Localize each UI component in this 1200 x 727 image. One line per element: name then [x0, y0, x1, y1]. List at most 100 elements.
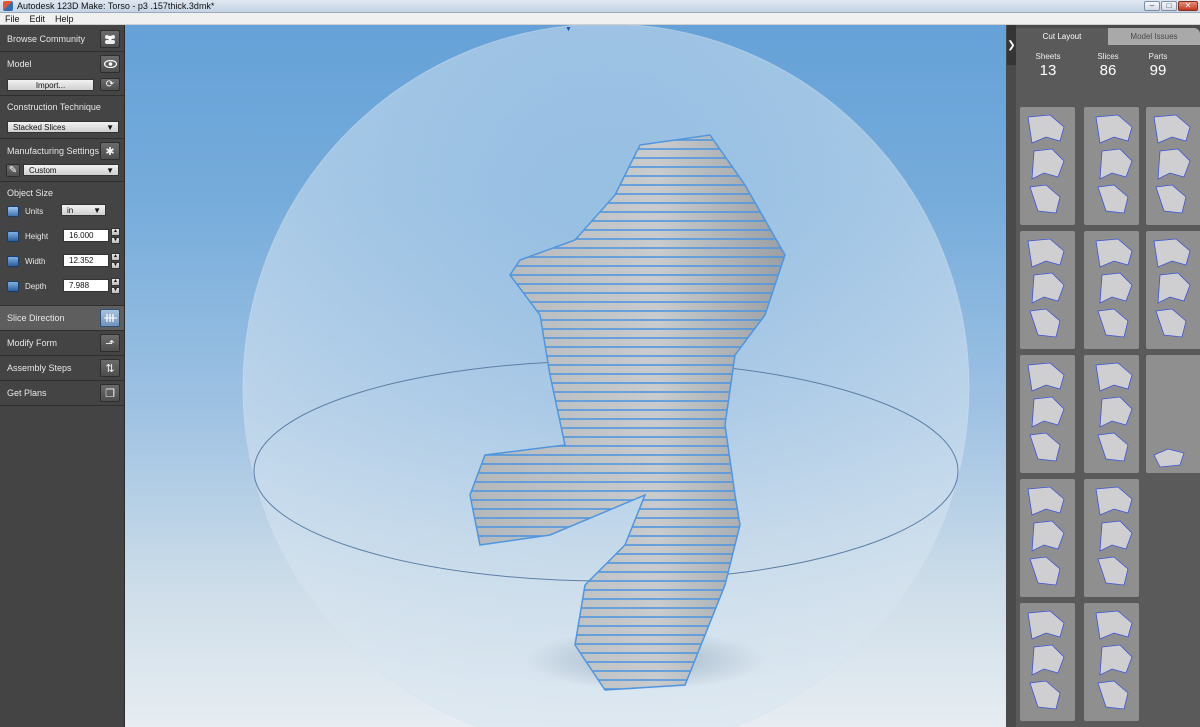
cut-part-shape [1153, 448, 1185, 468]
menu-help[interactable]: Help [50, 14, 79, 24]
manufacturing-label: Manufacturing Settings [7, 146, 100, 156]
sheet-thumbnail[interactable] [1146, 107, 1200, 225]
orientation-marker-icon[interactable]: ▼ [565, 26, 572, 33]
3d-viewport[interactable]: ▼ [125, 25, 1006, 727]
sheet-thumbnail[interactable] [1020, 107, 1075, 225]
construction-label: Construction Technique [7, 102, 101, 112]
slice-direction-icon[interactable] [100, 309, 120, 327]
minimize-icon[interactable]: – [1144, 1, 1160, 11]
sheet-parts-preview [1027, 362, 1065, 462]
cut-part-shape [1097, 556, 1129, 586]
height-icon [7, 230, 19, 242]
import-button[interactable]: Import... [7, 79, 94, 91]
cut-part-shape [1097, 184, 1129, 214]
sheet-thumbnail[interactable] [1146, 355, 1200, 473]
construction-dropdown[interactable]: Stacked Slices ▼ [7, 121, 119, 133]
units-label: Units [25, 206, 44, 216]
width-stepper[interactable]: ▲ ▼ [111, 253, 120, 269]
sheet-parts-preview [1095, 114, 1133, 214]
sheet-thumbnail[interactable] [1084, 231, 1139, 349]
sheet-thumbnail[interactable] [1020, 355, 1075, 473]
object-size-row: Object Size [0, 182, 124, 204]
browse-community-row[interactable]: Browse Community [0, 25, 124, 52]
nav-get-plans[interactable]: Get Plans ❐ [0, 381, 124, 406]
stat-slices: Slices 86 [1084, 52, 1132, 79]
sheet-parts-preview [1153, 238, 1191, 338]
width-input[interactable]: 12.352 [63, 254, 109, 267]
depth-stepper[interactable]: ▲ ▼ [111, 278, 120, 294]
height-stepper[interactable]: ▲ ▼ [111, 228, 120, 244]
modify-form-icon[interactable]: ⬏ [100, 334, 120, 352]
right-panel-tabs: Cut Layout Model Issues [1016, 28, 1200, 45]
units-dropdown[interactable]: in ▼ [61, 204, 106, 216]
parts-value: 99 [1149, 62, 1167, 79]
sheet-thumbnail[interactable] [1020, 479, 1075, 597]
slices-label: Slices [1097, 52, 1119, 61]
nav-modify-form[interactable]: Modify Form ⬏ [0, 331, 124, 356]
menu-file[interactable]: File [0, 14, 25, 24]
cut-part-shape [1095, 362, 1133, 392]
sheet-parts-preview [1095, 610, 1133, 710]
window-controls: – □ ✕ [1144, 1, 1198, 11]
sheets-label: Sheets [1035, 52, 1061, 61]
sheet-thumbnail[interactable] [1146, 231, 1200, 349]
sheet-thumbnail[interactable] [1084, 603, 1139, 721]
chevron-down-icon: ▼ [93, 206, 101, 215]
cut-part-shape [1153, 114, 1191, 144]
app-logo-icon [3, 1, 13, 11]
cut-part-shape [1099, 644, 1133, 676]
sheet-thumbnail[interactable] [1084, 479, 1139, 597]
layout-stats: Sheets 13 Slices 86 Parts 99 [1016, 45, 1200, 105]
tab-cut-layout[interactable]: Cut Layout [1016, 28, 1108, 45]
manufacturing-dropdown[interactable]: Custom ▼ [23, 164, 119, 176]
assembly-steps-icon[interactable]: ⇅ [100, 359, 120, 377]
sheet-thumbnail[interactable] [1020, 231, 1075, 349]
sheet-thumbnail[interactable] [1084, 355, 1139, 473]
tab-model-issues[interactable]: Model Issues [1108, 28, 1200, 45]
pencil-icon[interactable]: ✎ [6, 164, 20, 177]
manufacturing-section: Manufacturing Settings ✱ ✎ Custom ▼ [0, 139, 124, 182]
community-icon[interactable] [100, 29, 120, 48]
left-panel: Browse Community Model Import... ⟳ Const… [0, 25, 125, 727]
width-label: Width [25, 256, 46, 266]
close-icon[interactable]: ✕ [1178, 1, 1198, 11]
cut-part-shape [1097, 308, 1129, 338]
maximize-icon[interactable]: □ [1161, 1, 1177, 11]
cut-part-shape [1097, 432, 1129, 462]
sheet-thumbnail[interactable] [1020, 603, 1075, 721]
cut-part-shape [1099, 272, 1133, 304]
depth-label: Depth [25, 281, 47, 291]
units-value: in [67, 205, 74, 215]
construction-value: Stacked Slices [13, 122, 66, 132]
sheet-parts-preview [1095, 486, 1133, 586]
cut-part-shape [1099, 396, 1133, 428]
cut-part-shape [1031, 272, 1065, 304]
menu-bar: File Edit Help [0, 13, 1200, 25]
object-size-section: Object Size Units in ▼ Height 16.000 ▲ ▼ … [0, 182, 124, 306]
sheet-thumbnail-grid [1016, 105, 1200, 727]
nav-slice-direction[interactable]: Slice Direction [0, 306, 124, 331]
sheet-parts-preview [1095, 238, 1133, 338]
sheet-thumbnail[interactable] [1084, 107, 1139, 225]
document-icon[interactable]: ❐ [100, 384, 120, 402]
chevron-down-icon: ▼ [106, 166, 114, 175]
cut-part-shape [1029, 308, 1061, 338]
menu-edit[interactable]: Edit [25, 14, 51, 24]
width-icon [7, 255, 19, 267]
sheet-parts-preview [1153, 448, 1185, 468]
cut-part-shape [1155, 308, 1187, 338]
refresh-icon[interactable]: ⟳ [100, 78, 120, 91]
eye-icon[interactable] [100, 55, 120, 73]
collapse-panel-icon[interactable]: ❯ [1007, 25, 1016, 65]
height-input[interactable]: 16.000 [63, 229, 109, 242]
depth-input[interactable]: 7.988 [63, 279, 109, 292]
nav-assembly-steps[interactable]: Assembly Steps ⇅ [0, 356, 124, 381]
sheet-parts-preview [1027, 114, 1065, 214]
height-row: Height 16.000 ▲ ▼ [7, 227, 120, 245]
right-panel: ❯ Cut Layout Model Issues Sheets 13 Slic… [1006, 25, 1200, 727]
gear-icon[interactable]: ✱ [100, 142, 120, 160]
cut-part-shape [1029, 432, 1061, 462]
chevron-down-icon: ▼ [106, 123, 114, 132]
app-window: Autodesk 123D Make: Torso - p3 .157thick… [0, 0, 1200, 727]
model-section: Model Import... ⟳ [0, 52, 124, 96]
